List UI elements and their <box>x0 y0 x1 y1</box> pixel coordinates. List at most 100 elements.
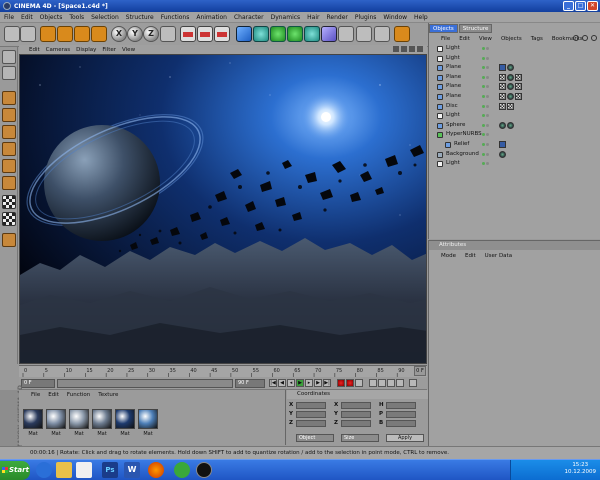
cube-primitive-icon[interactable] <box>236 26 252 42</box>
object-row[interactable]: Disc <box>429 102 600 112</box>
tab-objects[interactable]: Objects <box>429 24 458 33</box>
material-swatch[interactable] <box>115 409 135 429</box>
position-y-field[interactable] <box>296 411 326 418</box>
snap-icon[interactable] <box>2 212 16 226</box>
go-to-end-icon[interactable]: ▶| <box>323 379 331 387</box>
camera-icon[interactable] <box>356 26 372 42</box>
viewport-rotate-icon[interactable] <box>409 46 415 52</box>
y-axis-lock-icon[interactable]: Y <box>127 26 143 42</box>
menu-help[interactable]: Help <box>414 14 428 21</box>
material-swatch[interactable] <box>23 409 43 429</box>
compositing-tag-icon[interactable] <box>507 121 514 129</box>
folder-icon[interactable] <box>56 462 72 478</box>
minimize-button[interactable]: _ <box>563 1 574 11</box>
viewport-zoom-icon[interactable] <box>401 46 407 52</box>
object-row[interactable]: Light <box>429 54 600 64</box>
previous-frame-icon[interactable]: ◂ <box>287 379 295 387</box>
material-tag-icon[interactable] <box>499 140 506 148</box>
objects-menu-tags[interactable]: Tags <box>531 36 543 42</box>
environment-icon[interactable] <box>338 26 354 42</box>
object-row[interactable]: Relief <box>429 140 600 150</box>
visibility-dots-icon[interactable] <box>482 152 485 156</box>
material-menu-texture[interactable]: Texture <box>98 392 118 398</box>
end-frame-field[interactable]: 90 F <box>235 379 265 388</box>
start-button[interactable]: Start <box>0 461 30 480</box>
layout-icon[interactable] <box>374 26 390 42</box>
cinema4d-taskbar-icon[interactable] <box>196 462 212 478</box>
menu-character[interactable]: Character <box>234 14 264 21</box>
coord-size-dropdown[interactable]: Size <box>341 434 379 442</box>
record-icon[interactable] <box>337 379 345 387</box>
scale-icon[interactable] <box>74 26 90 42</box>
autokey-icon[interactable] <box>346 379 354 387</box>
deformer-icon[interactable] <box>304 26 320 42</box>
frame-range-slider[interactable] <box>57 379 233 388</box>
visibility-dots-icon[interactable] <box>482 75 485 79</box>
paint-icon[interactable] <box>2 233 16 247</box>
object-row[interactable]: Plane <box>429 73 600 83</box>
spline-icon[interactable] <box>270 26 286 42</box>
home-icon[interactable] <box>582 35 588 41</box>
3d-viewport[interactable] <box>19 54 427 364</box>
visibility-dots-icon[interactable] <box>482 162 485 166</box>
coordinate-system-icon[interactable] <box>160 26 176 42</box>
array-icon[interactable] <box>287 26 303 42</box>
material-menu-edit[interactable]: Edit <box>48 392 59 398</box>
position-x-field[interactable] <box>296 402 326 409</box>
previous-key-icon[interactable]: ◀ <box>278 379 286 387</box>
menu-objects[interactable]: Objects <box>40 14 63 21</box>
material-swatch[interactable] <box>69 409 89 429</box>
texture-tag-icon[interactable] <box>515 83 522 91</box>
visibility-dots-icon[interactable] <box>482 94 485 98</box>
object-row[interactable]: Light <box>429 111 600 121</box>
parameter-key-icon[interactable] <box>396 379 404 387</box>
search-icon[interactable] <box>573 35 579 41</box>
object-row[interactable]: Plane <box>429 82 600 92</box>
scene-icon[interactable] <box>321 26 337 42</box>
size-z-field[interactable] <box>341 420 371 427</box>
object-row[interactable]: Plane <box>429 63 600 73</box>
tweak-mode-icon[interactable] <box>2 176 16 190</box>
close-button[interactable]: ✕ <box>587 1 598 11</box>
menu-tools[interactable]: Tools <box>69 14 84 21</box>
attributes-menu-mode[interactable]: Mode <box>441 253 456 259</box>
material-menu-function[interactable]: Function <box>67 392 90 398</box>
current-frame-field[interactable]: 0 F <box>21 379 55 388</box>
visibility-dots-icon[interactable] <box>482 56 485 60</box>
attributes-menu-user-data[interactable]: User Data <box>485 253 512 259</box>
viewport-maximize-icon[interactable] <box>417 46 423 52</box>
rotate-icon[interactable] <box>91 26 107 42</box>
edges-mode-icon[interactable] <box>2 108 16 122</box>
next-key-icon[interactable]: ▶ <box>314 379 322 387</box>
visibility-dots-icon[interactable] <box>482 47 485 50</box>
z-axis-lock-icon[interactable]: Z <box>143 26 159 42</box>
use-model-mode-icon[interactable] <box>2 50 16 64</box>
material-swatch[interactable] <box>92 409 112 429</box>
x-axis-lock-icon[interactable]: X <box>111 26 127 42</box>
compositing-tag-icon[interactable] <box>507 64 514 72</box>
menu-plugins[interactable]: Plugins <box>355 14 377 21</box>
rotation-key-icon[interactable] <box>387 379 395 387</box>
position-z-field[interactable] <box>296 420 326 427</box>
rotation-h-field[interactable] <box>386 402 416 409</box>
compositing-tag-icon[interactable] <box>507 92 514 100</box>
objects-menu-view[interactable]: View <box>479 36 492 42</box>
material-swatch[interactable] <box>46 409 66 429</box>
render-settings-icon[interactable] <box>214 26 230 42</box>
apply-button[interactable]: Apply <box>386 434 424 442</box>
menu-hair[interactable]: Hair <box>307 14 319 21</box>
viewport-menu-filter[interactable]: Filter <box>102 47 116 53</box>
live-selection-icon[interactable] <box>40 26 56 42</box>
objects-menu-edit[interactable]: Edit <box>459 36 470 42</box>
render-region-icon[interactable] <box>394 26 410 42</box>
viewport-menu-cameras[interactable]: Cameras <box>46 47 70 53</box>
object-row[interactable]: Light <box>429 159 600 169</box>
size-x-field[interactable] <box>341 402 371 409</box>
object-row[interactable]: HyperNURBS <box>429 130 600 140</box>
word-icon[interactable]: W <box>124 462 140 478</box>
points-mode-icon[interactable] <box>2 91 16 105</box>
texture-tag-icon[interactable] <box>499 92 506 100</box>
render-picture-viewer-icon[interactable] <box>197 26 213 42</box>
compositing-tag-icon[interactable] <box>507 83 514 91</box>
menu-animation[interactable]: Animation <box>196 14 227 21</box>
